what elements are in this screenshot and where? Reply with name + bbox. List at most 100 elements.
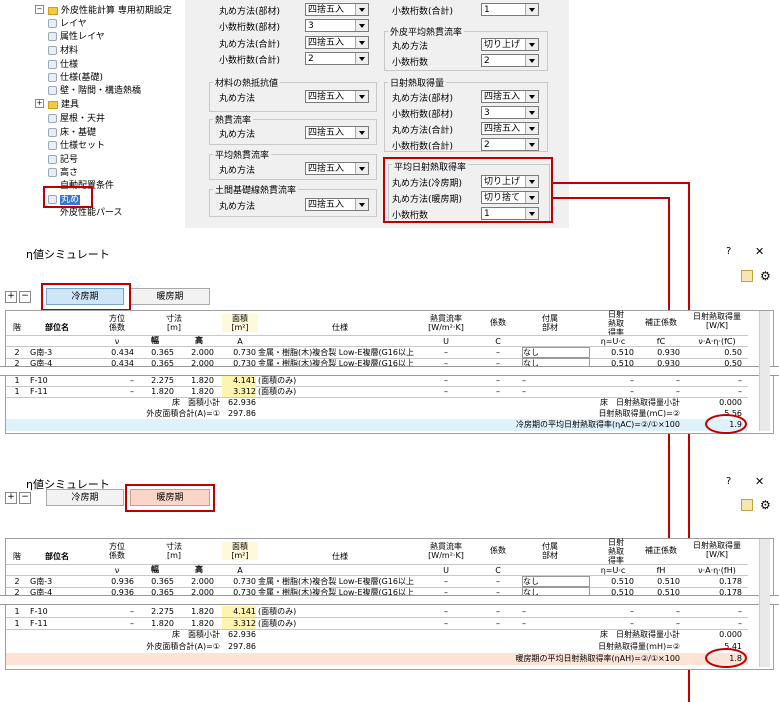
expand-toggle[interactable]: +	[35, 99, 44, 108]
grid-line	[6, 335, 748, 336]
chevron-down-icon	[525, 4, 538, 15]
collapse-toggle[interactable]: −	[35, 5, 44, 14]
cell-nissha: –	[630, 376, 634, 385]
label-round-member: 丸め方法(部材)	[219, 7, 281, 17]
tree-item-spec[interactable]: 仕様	[48, 57, 78, 70]
header-part: 部位名	[45, 552, 69, 561]
cell-netsu: –	[444, 607, 448, 616]
header-solar-amount: 日射熱取得量 [W/K]	[693, 541, 741, 559]
cell-houi: –	[130, 387, 134, 396]
cell-houi: 0.936	[111, 577, 134, 586]
tree-folder-fittings[interactable]: 建具	[48, 97, 79, 110]
floor-area-value: 62.936	[228, 630, 256, 639]
expand-all-button[interactable]: +	[5, 492, 17, 504]
select-skin-digits[interactable]: 2	[481, 54, 539, 67]
cell-ryo: –	[738, 376, 742, 385]
select-round-member[interactable]: 四捨五入	[305, 3, 369, 16]
label-digits-total: 小数桁数(合計)	[219, 56, 281, 66]
tree-item-floor[interactable]: 床・基礎	[48, 125, 96, 138]
tab-cooling[interactable]: 冷房期	[46, 489, 124, 506]
floor-solar-value: 0.000	[719, 398, 742, 407]
cell-hosei: 0.930	[657, 348, 680, 357]
select-round-total[interactable]: 四捨五入	[305, 36, 369, 49]
cell-menseki: 0.730	[233, 348, 256, 357]
select-col2-digits[interactable]: 1	[481, 3, 539, 16]
header-size: 寸法 [m]	[166, 314, 182, 332]
label-digits-member: 小数桁数(部材)	[219, 23, 281, 33]
settings-icon	[48, 168, 57, 177]
tree-root[interactable]: 外皮性能計算 専用初期設定	[48, 3, 172, 16]
tree-item-wall[interactable]: 壁・階間・構造熱橋	[48, 83, 141, 96]
select-heatflow-round[interactable]: 四捨五入	[305, 126, 369, 139]
help-button[interactable]: ?	[726, 476, 731, 487]
close-button[interactable]: ✕	[755, 245, 764, 258]
help-button[interactable]: ?	[726, 246, 731, 257]
header-width: 幅	[151, 565, 159, 574]
select-ground-round[interactable]: 四捨五入	[305, 198, 369, 211]
cell-fuzoku[interactable]: なし	[522, 576, 590, 587]
header-orient: 方位 係数	[109, 314, 125, 332]
close-button[interactable]: ✕	[755, 475, 764, 488]
cell-taka: 2.000	[191, 348, 214, 357]
cell-houi: 0.434	[111, 348, 134, 357]
label-round: 丸め方法	[219, 94, 256, 104]
header-correction: 補正係数	[645, 546, 677, 555]
cell-fuzoku[interactable]: –	[522, 386, 588, 397]
cell-nissha: –	[630, 607, 634, 616]
scrollbar[interactable]	[759, 539, 770, 667]
tree-item-attr-layer[interactable]: 属性レイヤ	[48, 29, 105, 42]
solar-total-label: 日射熱取得量(mC)=②	[598, 409, 681, 418]
export-icon[interactable]	[741, 270, 753, 282]
tree-item-height[interactable]: 高さ	[48, 165, 78, 178]
select-skin-round[interactable]: 切り上げ	[481, 38, 539, 51]
select-material-round[interactable]: 四捨五入	[305, 90, 369, 103]
collapse-all-button[interactable]: −	[19, 492, 31, 504]
select-digits-member[interactable]: 3	[305, 19, 369, 32]
tree-item-spec-set[interactable]: 仕様セット	[48, 138, 105, 151]
cell-fuzoku[interactable]: –	[522, 375, 588, 386]
tree-item-roof[interactable]: 屋根・天井	[48, 111, 105, 124]
tree-item-material[interactable]: 材料	[48, 43, 78, 56]
total-area-label: 外皮面積合計(A)=①	[146, 409, 220, 418]
tree-item-symbol[interactable]: 記号	[48, 152, 78, 165]
cell-haba: 1.820	[151, 387, 174, 396]
omitted-rows-gap	[0, 366, 779, 376]
gear-icon[interactable]: ⚙	[760, 270, 772, 282]
cell-taka: 1.820	[191, 619, 214, 628]
cell-kai: 1	[14, 376, 20, 385]
header-floor: 階	[13, 323, 21, 332]
tab-heating[interactable]: 暖房期	[130, 288, 210, 305]
cell-netsu: –	[444, 387, 448, 396]
settings-icon	[48, 60, 57, 69]
export-icon[interactable]	[741, 499, 753, 511]
highlight-rounding	[43, 186, 93, 208]
cell-fuzoku[interactable]: –	[522, 618, 588, 629]
tree-item-spec-base[interactable]: 仕様(基礎)	[48, 70, 103, 83]
cell-shiyou: (面積のみ)	[258, 376, 297, 385]
select-digits-total[interactable]: 2	[305, 52, 369, 65]
select-solar-round-total[interactable]: 四捨五入	[481, 122, 539, 135]
header-height: 高	[195, 336, 203, 345]
cell-fuzoku[interactable]: –	[522, 606, 588, 617]
select-avg-heat-round[interactable]: 四捨五入	[305, 162, 369, 175]
expand-all-button[interactable]: +	[5, 291, 17, 303]
header-area: 面積 [m²]	[222, 314, 258, 332]
cell-taka: 1.820	[191, 387, 214, 396]
cell-ryo: 0.178	[719, 577, 742, 586]
chevron-down-icon	[525, 55, 538, 66]
select-solar-round-member[interactable]: 四捨五入	[481, 90, 539, 103]
header-coef: 係数	[490, 318, 506, 327]
gear-icon[interactable]: ⚙	[760, 499, 772, 511]
tree-item-layer[interactable]: レイヤ	[48, 16, 87, 29]
scrollbar[interactable]	[759, 311, 770, 431]
select-solar-digits-total[interactable]: 2	[481, 138, 539, 151]
select-solar-digits-member[interactable]: 3	[481, 106, 539, 119]
cell-fuzoku[interactable]: なし	[522, 347, 590, 358]
result-label: 冷房期の平均日射熱取得率(ηAC)=②/①×100	[516, 420, 680, 429]
cell-keisu: –	[496, 348, 500, 357]
label-round: 丸め方法	[392, 42, 429, 52]
chevron-down-icon	[355, 199, 368, 210]
group-title: 土間基礎線熱貫流率	[213, 183, 299, 196]
label-round-member: 丸め方法(部材)	[392, 94, 454, 104]
collapse-all-button[interactable]: −	[19, 291, 31, 303]
